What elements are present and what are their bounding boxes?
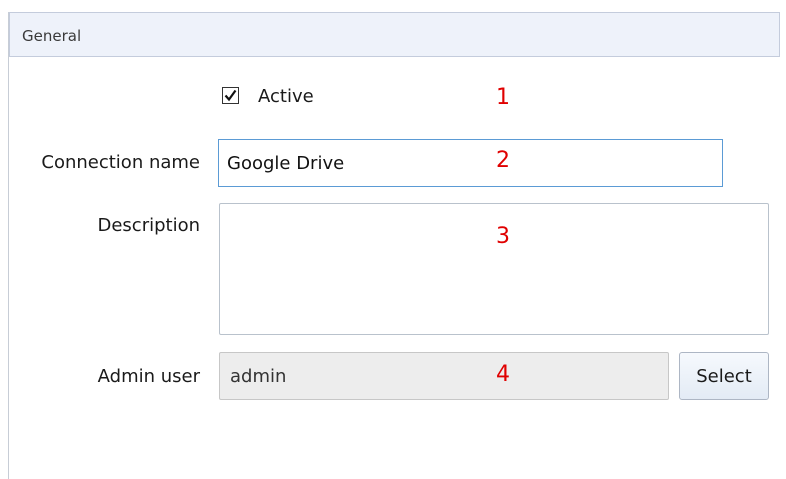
annotation-marker-3: 3 <box>496 224 510 249</box>
panel-header-title: General <box>22 27 82 45</box>
annotation-marker-4: 4 <box>496 362 510 387</box>
active-label[interactable]: Active <box>258 86 314 107</box>
panel-header: General <box>9 12 780 57</box>
admin-user-label: Admin user <box>97 366 200 387</box>
active-checkbox[interactable] <box>222 87 239 104</box>
connection-name-input[interactable] <box>218 139 723 187</box>
checkmark-icon <box>224 89 237 102</box>
annotation-marker-2: 2 <box>496 148 510 173</box>
annotation-marker-1: 1 <box>496 85 510 110</box>
admin-user-input[interactable] <box>219 352 669 400</box>
connection-name-label: Connection name <box>41 152 200 173</box>
select-admin-button[interactable]: Select <box>679 352 769 400</box>
description-textarea[interactable] <box>219 203 769 335</box>
description-label: Description <box>97 215 200 236</box>
